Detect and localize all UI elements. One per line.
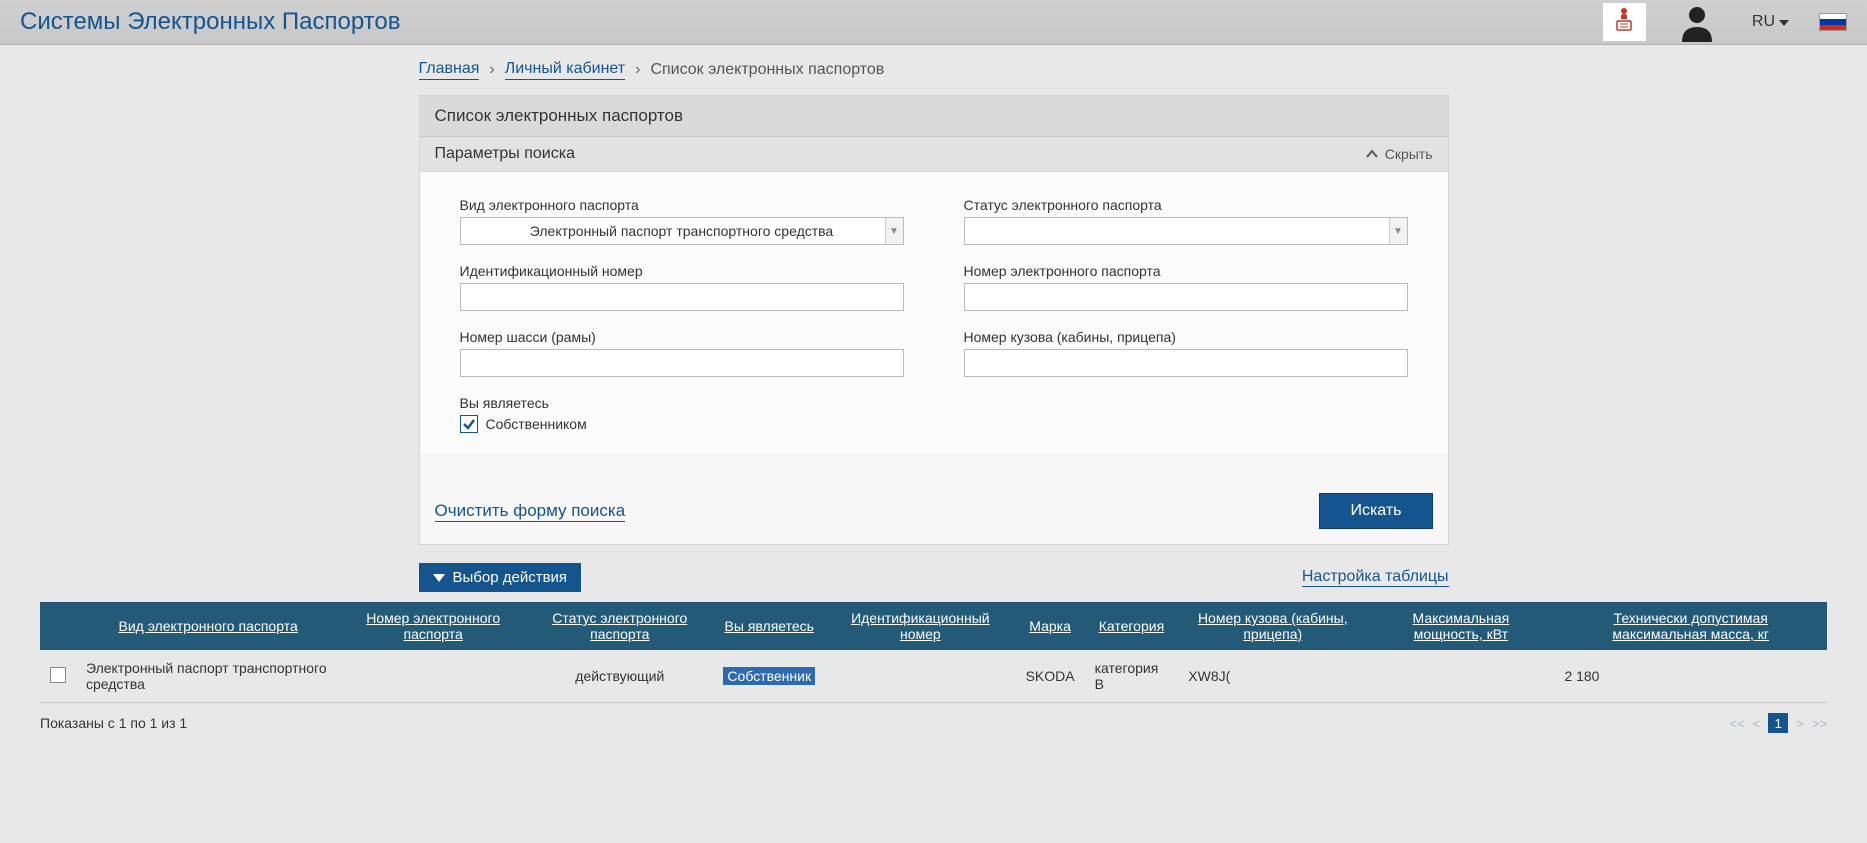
action-dropdown-label: Выбор действия [453, 569, 568, 586]
table-settings-link[interactable]: Настройка таблицы [1302, 568, 1449, 587]
cell-body: XW8J( [1178, 650, 1367, 703]
col-category[interactable]: Категория [1085, 602, 1179, 650]
search-button[interactable]: Искать [1319, 493, 1432, 529]
col-brand[interactable]: Марка [1016, 602, 1085, 650]
clear-form-link[interactable]: Очистить форму поиска [435, 501, 626, 522]
col-mass[interactable]: Технически допустимая максимальная масса… [1554, 602, 1827, 650]
select-status[interactable]: ▼ [964, 217, 1408, 245]
search-form: Вид электронного паспорта Электронный па… [420, 172, 1448, 453]
breadcrumb-current: Список электронных паспортов [650, 61, 884, 79]
input-ident-number[interactable] [460, 283, 904, 311]
language-label: RU [1752, 13, 1775, 31]
hide-label: Скрыть [1385, 146, 1433, 162]
action-dropdown[interactable]: Выбор действия [419, 563, 582, 592]
col-you-are[interactable]: Вы являетесь [713, 602, 825, 650]
label-you-are: Вы являетесь [460, 395, 1408, 411]
input-chassis[interactable] [460, 349, 904, 377]
cell-brand: SKODA [1016, 650, 1085, 703]
dropdown-arrow-icon: ▼ [885, 218, 903, 244]
pager: << < 1 > >> [1729, 713, 1827, 733]
search-params-label: Параметры поиска [435, 145, 575, 163]
label-ident-number: Идентификационный номер [460, 263, 904, 279]
service-icon [1613, 6, 1635, 38]
cell-mass: 2 180 [1554, 650, 1827, 703]
results-footer: Показаны с 1 по 1 из 1 << < 1 > >> [0, 703, 1867, 733]
search-panel: Список электронных паспортов Параметры п… [419, 95, 1449, 545]
col-number[interactable]: Номер электронного паспорта [340, 602, 526, 650]
results-table: Вид электронного паспорта Номер электрон… [40, 602, 1827, 703]
cell-power [1367, 650, 1554, 703]
language-toggle[interactable]: RU [1752, 13, 1789, 31]
col-body[interactable]: Номер кузова (кабины, прицепа) [1178, 602, 1367, 650]
pager-page[interactable]: 1 [1768, 713, 1788, 733]
select-passport-type-value: Электронный паспорт транспортного средст… [530, 223, 833, 239]
breadcrumb-home[interactable]: Главная [419, 60, 480, 80]
pager-prev[interactable]: < [1753, 716, 1761, 731]
pager-first[interactable]: << [1729, 716, 1744, 731]
cell-type: Электронный паспорт транспортного средст… [76, 650, 340, 703]
page-title: Список электронных паспортов [420, 96, 1448, 137]
table-row[interactable]: Электронный паспорт транспортного средст… [40, 650, 1827, 703]
topbar: Системы Электронных Паспортов RU [0, 0, 1867, 45]
pager-next[interactable]: > [1796, 716, 1804, 731]
checkbox-owner[interactable] [460, 415, 478, 433]
label-passport-type: Вид электронного паспорта [460, 197, 904, 213]
search-params-header: Параметры поиска Скрыть [420, 137, 1448, 172]
results-toolbar: Выбор действия Настройка таблицы [419, 563, 1449, 592]
input-passport-number[interactable] [964, 283, 1408, 311]
breadcrumb: Главная › Личный кабинет › Список электр… [419, 60, 1449, 80]
row-checkbox[interactable] [50, 667, 66, 683]
label-body-number: Номер кузова (кабины, прицепа) [964, 329, 1408, 345]
chevron-up-icon [1365, 147, 1379, 161]
cell-status: действующий [526, 650, 713, 703]
flag-icon[interactable] [1819, 13, 1847, 31]
col-type[interactable]: Вид электронного паспорта [76, 602, 340, 650]
col-ident[interactable]: Идентификационный номер [825, 602, 1016, 650]
label-status: Статус электронного паспорта [964, 197, 1408, 213]
chevron-right-icon: › [489, 61, 494, 79]
dropdown-arrow-icon: ▼ [1389, 218, 1407, 244]
site-title: Системы Электронных Паспортов [20, 8, 401, 36]
checkbox-owner-label: Собственником [486, 416, 587, 432]
results-summary: Показаны с 1 по 1 из 1 [40, 715, 187, 731]
cell-category: категория B [1085, 650, 1179, 703]
pager-last[interactable]: >> [1812, 716, 1827, 731]
user-avatar[interactable] [1677, 2, 1722, 42]
input-body-number[interactable] [964, 349, 1408, 377]
breadcrumb-account[interactable]: Личный кабинет [505, 60, 625, 80]
chevron-down-icon [1779, 13, 1789, 31]
cell-number [340, 650, 526, 703]
cell-you-are: Собственник [723, 667, 815, 685]
col-power[interactable]: Максимальная мощность, кВт [1367, 602, 1554, 650]
label-chassis: Номер шасси (рамы) [460, 329, 904, 345]
check-icon [462, 417, 476, 431]
select-passport-type[interactable]: Электронный паспорт транспортного средст… [460, 217, 904, 245]
col-checkbox [40, 602, 76, 650]
gosuslugi-icon[interactable] [1602, 2, 1647, 42]
chevron-right-icon: › [635, 61, 640, 79]
collapse-toggle[interactable]: Скрыть [1365, 146, 1433, 162]
label-passport-number: Номер электронного паспорта [964, 263, 1408, 279]
chevron-down-icon [433, 574, 445, 582]
cell-ident [825, 650, 1016, 703]
topbar-right: RU [1602, 2, 1847, 42]
col-status[interactable]: Статус электронного паспорта [526, 602, 713, 650]
